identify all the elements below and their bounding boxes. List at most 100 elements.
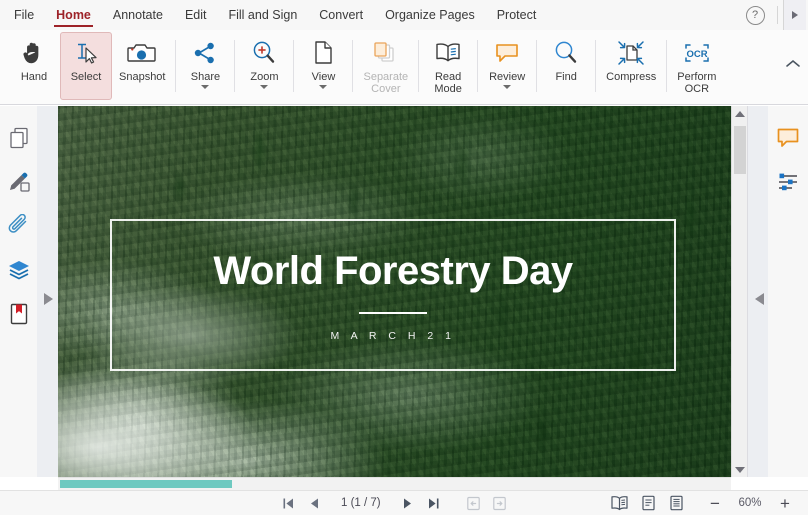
menu-item-file[interactable]: File [0, 0, 45, 30]
toolbar-label-share: Share [190, 71, 221, 83]
sidebar-item-comments[interactable] [771, 116, 805, 160]
view-and-zoom-controls: − 60% + [604, 492, 808, 514]
expand-left-panel-button[interactable] [40, 288, 56, 310]
scroll-up-button[interactable] [732, 106, 747, 121]
sidebar-item-properties[interactable] [771, 160, 805, 204]
page-indicator[interactable]: 1 (1 / 7) [327, 497, 395, 509]
toolbar-button-separate-cover[interactable]: Separate Cover [356, 32, 415, 100]
toolbar-label-perform-ocr: Perform OCR [677, 71, 717, 95]
menu-item-home[interactable]: Home [45, 0, 102, 30]
toolbar-separator [595, 40, 597, 92]
toolbar-button-share[interactable]: Share [179, 32, 231, 100]
toolbar-button-hand[interactable]: Hand [8, 32, 60, 100]
chevron-down-icon[interactable] [260, 85, 269, 89]
zoom-in-button[interactable]: + [772, 495, 798, 512]
ribbon-toolbar: Hand Select Snapshot Share Zoom View Sep… [0, 30, 808, 105]
toolbar-label-hand: Hand [20, 71, 48, 83]
toolbar-separator [352, 40, 354, 92]
vertical-scrollbar-thumb[interactable] [734, 126, 746, 174]
triangle-left-icon [754, 293, 764, 305]
first-page-icon [283, 498, 293, 508]
toolbar-button-select[interactable]: Select [60, 32, 112, 100]
select-icon [73, 38, 99, 68]
menu-item-annotate[interactable]: Annotate [102, 0, 174, 30]
ribbon-collapse-button[interactable] [778, 30, 808, 98]
help-button[interactable]: ? [742, 2, 768, 28]
toolbar-button-view[interactable]: View [297, 32, 349, 100]
toolbar-button-compress[interactable]: Compress [599, 32, 663, 100]
menu-bar-right: ? [742, 0, 808, 30]
document-page-view[interactable]: World Forestry Day M A R C H 2 1 [58, 106, 731, 477]
sidebar-item-stamps[interactable] [2, 160, 35, 204]
toolbar-label-read-mode: Read Mode [434, 71, 462, 95]
toolbar-separator [666, 40, 668, 92]
chevron-down-icon[interactable] [503, 85, 512, 89]
previous-page-button[interactable] [301, 492, 327, 514]
separate-cover-icon [373, 38, 399, 68]
vertical-scrollbar[interactable] [731, 106, 747, 477]
layers-icon [8, 261, 29, 280]
continuous-view-button[interactable] [662, 492, 690, 514]
menu-item-organize-pages[interactable]: Organize Pages [374, 0, 486, 30]
menu-items: File Home Annotate Edit Fill and Sign Co… [0, 0, 742, 30]
chevron-up-icon [786, 59, 800, 67]
horizontal-scrollbar-thumb[interactable] [60, 480, 232, 488]
review-comment-icon [494, 38, 520, 68]
zoom-level-label[interactable]: 60% [728, 497, 772, 509]
properties-sliders-icon [779, 173, 797, 191]
previous-page-icon [310, 498, 318, 508]
menu-item-protect[interactable]: Protect [486, 0, 548, 30]
toolbar-button-find[interactable]: Find [540, 32, 592, 100]
comment-bubble-icon [777, 128, 799, 147]
expand-panel-button[interactable] [783, 0, 806, 30]
single-page-view-button[interactable] [634, 492, 662, 514]
sidebar-item-page-thumbnails[interactable] [2, 116, 35, 160]
facing-pages-icon [610, 496, 628, 511]
last-page-icon [429, 498, 439, 508]
toolbar-button-read-mode[interactable]: Read Mode [422, 32, 474, 100]
sidebar-item-attachments[interactable] [2, 204, 35, 248]
left-sidebar-rail [0, 106, 37, 477]
zoom-out-button[interactable]: − [702, 495, 728, 512]
toolbar-button-perform-ocr[interactable]: OCR Perform OCR [670, 32, 723, 100]
poster-divider-rule [359, 312, 427, 314]
stamp-icon [9, 172, 30, 192]
triangle-up-icon [734, 110, 745, 117]
menu-item-fill-and-sign[interactable]: Fill and Sign [217, 0, 308, 30]
toolbar-label-zoom: Zoom [250, 71, 279, 83]
toolbar-separator [293, 40, 295, 92]
read-mode-icon [434, 38, 462, 68]
go-back-view-button[interactable] [461, 492, 487, 514]
triangle-right-icon [43, 293, 53, 305]
sidebar-item-bookmarks[interactable] [2, 292, 35, 336]
next-page-button[interactable] [395, 492, 421, 514]
page-view-icon [312, 38, 334, 68]
menu-item-convert[interactable]: Convert [308, 0, 374, 30]
toolbar-label-view: View [311, 71, 336, 83]
go-forward-view-button[interactable] [487, 492, 513, 514]
hand-icon [22, 38, 46, 68]
poster-title: World Forestry Day [213, 249, 573, 293]
page-navigation: 1 (1 / 7) [275, 492, 447, 514]
toolbar-button-zoom[interactable]: Zoom [238, 32, 290, 100]
triangle-down-icon [735, 466, 745, 473]
sidebar-item-layers[interactable] [2, 248, 35, 292]
facing-page-view-button[interactable] [604, 492, 634, 514]
go-forward-view-icon [493, 496, 506, 510]
menu-item-edit[interactable]: Edit [174, 0, 218, 30]
expand-right-panel-button[interactable] [751, 288, 767, 310]
toolbar-label-find: Find [555, 71, 577, 83]
toolbar-button-snapshot[interactable]: Snapshot [112, 32, 172, 100]
compress-icon [617, 38, 645, 68]
menu-bar: File Home Annotate Edit Fill and Sign Co… [0, 0, 808, 30]
horizontal-scrollbar[interactable] [58, 477, 731, 490]
svg-text:OCR: OCR [686, 49, 707, 60]
first-page-button[interactable] [275, 492, 301, 514]
last-page-button[interactable] [421, 492, 447, 514]
right-sidebar-rail [768, 106, 808, 477]
toolbar-button-review[interactable]: Review [481, 32, 533, 100]
chevron-down-icon[interactable] [319, 85, 328, 89]
chevron-down-icon[interactable] [201, 85, 210, 89]
pages-thumbnail-icon [9, 127, 28, 149]
scroll-down-button[interactable] [732, 462, 748, 477]
